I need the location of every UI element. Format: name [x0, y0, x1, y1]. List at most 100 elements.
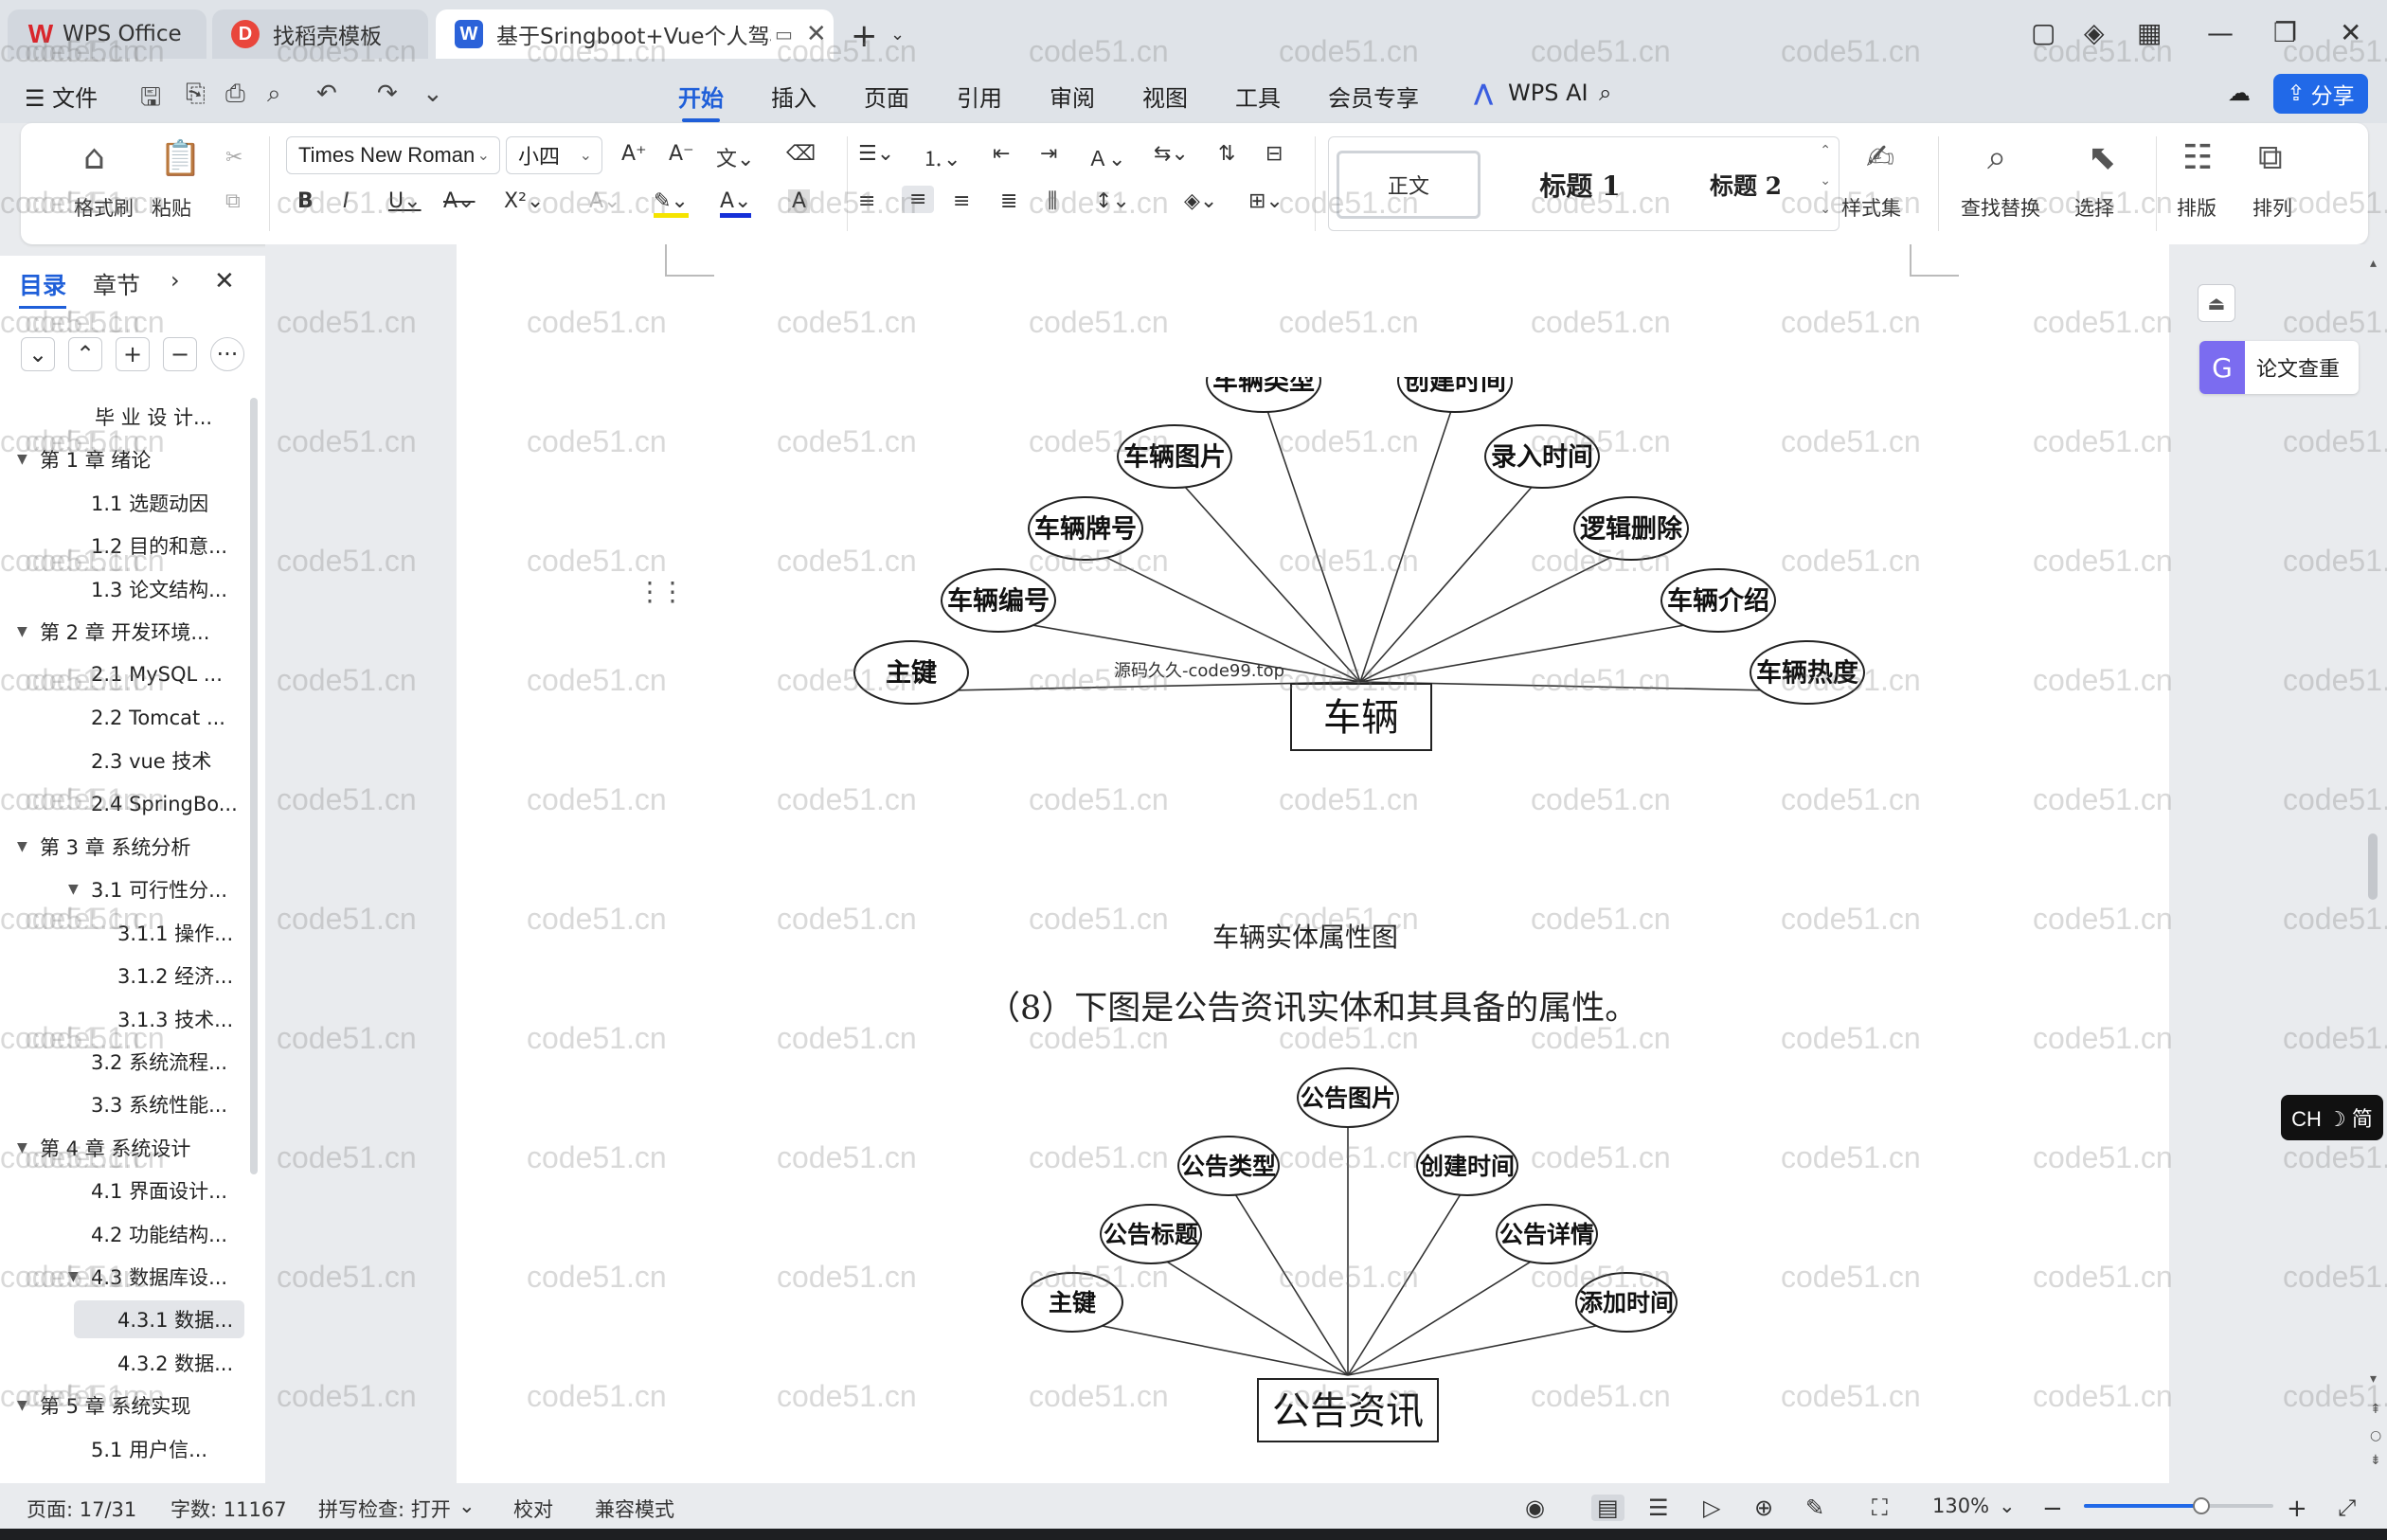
toc-expand-arrow-icon[interactable]: ▼	[68, 1269, 79, 1284]
menu-tab-page[interactable]: 页面	[864, 80, 909, 113]
eye-protect-icon[interactable]: ◉	[1525, 1495, 1545, 1521]
toc-item[interactable]: 3.1.2 经济...	[0, 957, 248, 994]
numbered-list-icon[interactable]: ⒈⌄	[923, 142, 960, 172]
menu-tab-member[interactable]: 会员专享	[1328, 80, 1419, 113]
font-name-select[interactable]: Times New Roman ⌄	[286, 136, 500, 174]
save-icon[interactable]: 🖫	[140, 80, 161, 121]
sort-text-icon[interactable]: ⇆⌄	[1154, 142, 1189, 166]
toc-item[interactable]: 5.1 用户信...	[0, 1430, 248, 1468]
toc-expand-arrow-icon[interactable]: ▼	[17, 452, 27, 467]
format-painter-icon[interactable]: ⌂	[83, 138, 105, 177]
avatar[interactable]: ▦	[2137, 17, 2162, 48]
bullet-list-icon[interactable]: ☰⌄	[858, 142, 894, 166]
toc-item[interactable]: 4.1 界面设计...	[0, 1172, 248, 1209]
style-set-icon[interactable]: ✍	[1866, 138, 1894, 177]
text-effect-icon[interactable]: A⌄	[589, 189, 620, 213]
underline-icon[interactable]: U⌄	[388, 189, 422, 213]
nav-tab-section[interactable]: 章节	[93, 267, 140, 301]
toc-item[interactable]: ▼ 第 1 章 绪论	[0, 440, 248, 478]
format-painter-button[interactable]: 格式刷	[74, 193, 134, 222]
minimize-icon[interactable]: —	[2207, 17, 2234, 48]
menu-tab-home[interactable]: 开始	[678, 80, 724, 122]
menu-tab-tools[interactable]: 工具	[1235, 80, 1281, 113]
toc-item[interactable]: ▼ 第 3 章 系统分析	[0, 828, 248, 866]
quick-access-more-icon[interactable]: ⌄	[422, 80, 443, 108]
prev-page-icon[interactable]: ⇞	[2370, 1402, 2381, 1417]
toc-item[interactable]: 4.2 功能结构...	[0, 1215, 248, 1253]
undo-icon[interactable]: ↶	[316, 80, 337, 108]
show-marks-icon[interactable]: ⊟	[1265, 142, 1283, 166]
highlight-icon[interactable]: ✎⌄	[654, 189, 689, 218]
pen-icon[interactable]: ✎	[1805, 1495, 1824, 1521]
toc-expand-arrow-icon[interactable]: ▼	[17, 624, 27, 639]
italic-icon[interactable]: I	[343, 189, 350, 213]
cut-icon[interactable]: ✂	[225, 146, 242, 170]
redo-icon[interactable]: ↷	[377, 80, 398, 108]
toc-item[interactable]: ▼ 第 4 章 系统设计	[0, 1129, 248, 1167]
new-tab-icon[interactable]: +	[851, 17, 878, 55]
justify-icon[interactable]: ≣	[1000, 189, 1017, 213]
arrange-icon[interactable]: ⧉	[2258, 138, 2283, 178]
align-center-icon[interactable]: ≡	[902, 186, 935, 213]
grow-font-icon[interactable]: A⁺	[621, 142, 647, 166]
align-left-icon[interactable]: ≡	[858, 189, 875, 213]
play-icon[interactable]: ▷	[1703, 1495, 1720, 1521]
collapse-up-icon[interactable]: ⌃	[68, 337, 102, 371]
expand-down-icon[interactable]: ⌄	[21, 337, 55, 371]
sort-icon[interactable]: ⇅	[1218, 142, 1235, 166]
outline-view-icon[interactable]: ☰	[1648, 1495, 1669, 1521]
web-view-icon[interactable]: ⊕	[1754, 1495, 1773, 1521]
bold-icon[interactable]: B	[297, 189, 314, 213]
remove-heading-icon[interactable]: −	[163, 337, 197, 371]
toc-item[interactable]: 3.2 系统流程...	[0, 1043, 248, 1081]
vertical-scroll-thumb[interactable]	[2368, 833, 2378, 900]
toc-item[interactable]: ▼ 第 2 章 开发环境...	[0, 613, 248, 651]
drag-handle-icon[interactable]: ⋮⋮	[637, 576, 686, 607]
arrange-button[interactable]: 排列	[2252, 193, 2292, 222]
select-icon[interactable]: ⬉	[2088, 138, 2116, 177]
zoom-level[interactable]: 130%	[1932, 1495, 1989, 1517]
menu-tab-view[interactable]: 视图	[1142, 80, 1188, 113]
paste-icon[interactable]: 📋	[159, 138, 202, 178]
text-direction-icon[interactable]: Ａ⌄	[1087, 142, 1125, 172]
toc-item[interactable]: 4.3.2 数据...	[0, 1344, 248, 1382]
increase-indent-icon[interactable]: ⇥	[1040, 142, 1057, 166]
chevron-right-icon[interactable]: ›	[170, 267, 180, 294]
share-button[interactable]: ⇪ 分享	[2273, 74, 2368, 114]
toc-item[interactable]: 2.1 MySQL ...	[0, 655, 248, 693]
tab-wps-office[interactable]: W WPS Office	[8, 9, 206, 59]
scroll-up-icon[interactable]: ▴	[2370, 256, 2377, 271]
search-icon[interactable]: ⌕	[1599, 80, 1611, 106]
toc-expand-arrow-icon[interactable]: ▼	[17, 1140, 27, 1155]
distributed-icon[interactable]: ⫼	[1048, 189, 1057, 213]
more-options-icon[interactable]: ···	[210, 337, 244, 371]
align-right-icon[interactable]: ≡	[953, 189, 970, 213]
browse-object-icon[interactable]: ○	[2370, 1428, 2381, 1443]
toc-item[interactable]: 1.3 论文结构...	[0, 570, 248, 608]
style-normal[interactable]: 正文	[1337, 151, 1481, 219]
find-replace-button[interactable]: 查找替换	[1961, 193, 2040, 222]
layout-button[interactable]: 排版	[2177, 193, 2216, 222]
nav-scrollbar[interactable]	[250, 398, 258, 1174]
copy-icon[interactable]: ⧉	[225, 189, 241, 213]
nav-tab-toc[interactable]: 目录	[19, 267, 67, 309]
chevron-down-icon[interactable]: ⌄	[1999, 1495, 2016, 1517]
toc-item[interactable]: 1.2 目的和意...	[0, 527, 248, 564]
gallery-up-icon[interactable]: ⌃	[1820, 143, 1831, 158]
decrease-indent-icon[interactable]: ⇤	[993, 142, 1010, 166]
toc-item[interactable]: ▼ 4.3 数据库设...	[0, 1258, 248, 1296]
toc-item[interactable]: 2.2 Tomcat ...	[0, 699, 248, 737]
zoom-in-icon[interactable]: +	[2287, 1495, 2307, 1523]
proofread-button[interactable]: 校对	[513, 1495, 553, 1523]
zoom-slider-knob[interactable]	[2193, 1497, 2210, 1514]
document-page[interactable]: 主键 车辆编号 车辆牌号 车辆图片 车辆类型 创建时间 录入时间 逻辑删除 车辆介绍 车辆热度 车辆…	[457, 244, 2169, 1483]
toc-item[interactable]: 3.1.1 操作...	[0, 914, 248, 952]
style-set-button[interactable]: 样式集	[1841, 193, 1901, 222]
phonetic-guide-icon[interactable]: 文⌄	[716, 142, 754, 172]
next-page-icon[interactable]: ⇟	[2370, 1453, 2381, 1468]
char-shading-icon[interactable]: A	[788, 189, 811, 213]
toc-item[interactable]: ▼ 3.1 可行性分...	[0, 870, 248, 908]
scroll-down-icon[interactable]: ▾	[2370, 1371, 2377, 1387]
wps-ai-button[interactable]: WPS AI	[1508, 80, 1588, 106]
add-heading-icon[interactable]: +	[116, 337, 150, 371]
